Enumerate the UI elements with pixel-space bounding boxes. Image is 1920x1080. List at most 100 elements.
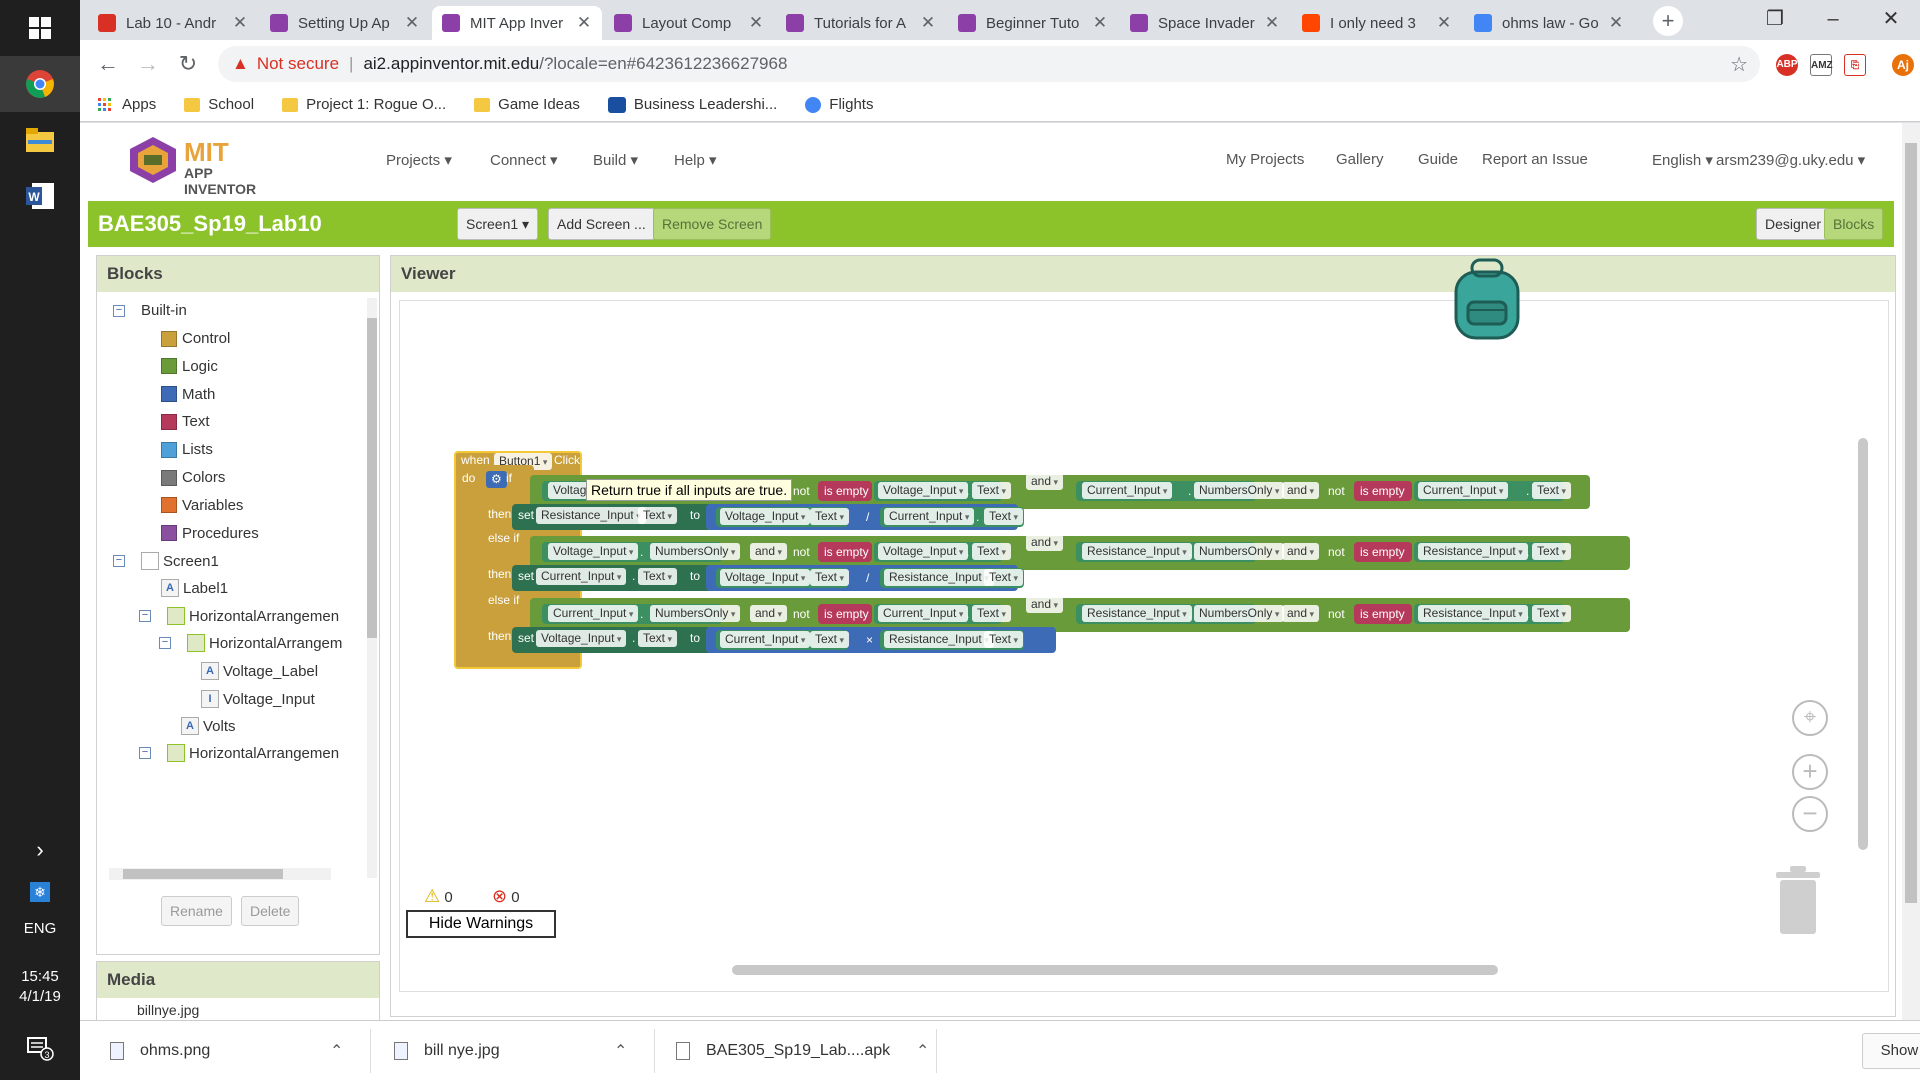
address-bar[interactable]: ▲ Not secure | ai2.appinventor.mit.edu /… — [218, 46, 1760, 82]
builtin-drawer-procedures[interactable]: Procedures — [161, 525, 259, 542]
and-operator-dropdown[interactable]: and — [1282, 543, 1320, 560]
mit-app-inventor-logo[interactable]: MIT APP INVENTOR — [126, 133, 276, 197]
browser-tab[interactable]: Tutorials for A ✕ — [776, 6, 946, 40]
component-dropdown[interactable]: Current_Input — [884, 508, 975, 525]
word-icon[interactable]: W — [0, 168, 80, 224]
page-scroll-thumb[interactable] — [1905, 143, 1917, 903]
workspace-vertical-scrollbar[interactable] — [1858, 438, 1868, 850]
rename-button[interactable]: Rename — [161, 896, 232, 926]
hide-warnings-button[interactable]: Hide Warnings — [406, 910, 556, 938]
component-dropdown[interactable]: Resistance_Input — [1082, 543, 1192, 560]
snowflake-icon[interactable]: ❄ — [0, 864, 80, 920]
component-tree-item[interactable]: I Voltage_Input — [201, 690, 315, 708]
browser-tab[interactable]: MIT App Inver ✕ — [432, 6, 602, 40]
component-tree-item[interactable]: A Label1 — [161, 579, 228, 597]
file-explorer-icon[interactable] — [0, 112, 80, 168]
chrome-taskbar-icon[interactable] — [0, 56, 80, 112]
warnings-indicator[interactable]: ⚠ 0 — [424, 886, 453, 907]
and-operator-dropdown[interactable]: and — [1026, 596, 1064, 613]
chevron-up-icon[interactable]: ⌃ — [330, 1041, 343, 1061]
link-guide[interactable]: Guide — [1418, 151, 1458, 168]
component-dropdown[interactable]: Current_Input — [720, 631, 811, 648]
and-operator-dropdown[interactable]: and — [1282, 482, 1320, 499]
component-dropdown[interactable]: Resistance_Input — [1418, 605, 1528, 622]
language-menu[interactable]: English ▾ — [1652, 151, 1713, 169]
and-operator-dropdown[interactable]: and — [1026, 473, 1064, 490]
component-dropdown[interactable]: Current_Input — [1082, 482, 1173, 499]
media-item[interactable]: billnye.jpg — [97, 998, 379, 1020]
and-operator-dropdown[interactable]: and — [1282, 605, 1320, 622]
trash-icon[interactable] — [1774, 866, 1822, 936]
chevron-up-icon[interactable]: ⌃ — [916, 1041, 929, 1061]
menu-build[interactable]: Build ▾ — [593, 151, 638, 169]
property-dropdown[interactable]: Text — [638, 507, 678, 524]
blocks-button[interactable]: Blocks — [1824, 208, 1884, 240]
component-dropdown[interactable]: Voltage_Input — [720, 508, 811, 525]
component-dropdown[interactable]: Current_Input — [548, 605, 639, 622]
show-all-button[interactable]: Show all — [1862, 1033, 1920, 1069]
blocks-workspace[interactable]: whenButton1Clickdo⚙ifthenelse ifthenelse… — [399, 300, 1889, 992]
component-tree-item[interactable]: − HorizontalArrangemen — [139, 744, 339, 762]
component-dropdown[interactable]: Current_Input — [1418, 482, 1509, 499]
property-dropdown[interactable]: NumbersOnly — [650, 605, 741, 622]
browser-tab[interactable]: Setting Up Ap ✕ — [260, 6, 430, 40]
tab-close-icon[interactable]: ✕ — [576, 13, 592, 33]
notifications-icon[interactable]: 3 — [0, 1020, 80, 1076]
tab-close-icon[interactable]: ✕ — [1092, 13, 1108, 33]
component-dropdown[interactable]: Voltage_Input — [878, 543, 969, 560]
browser-tab[interactable]: Lab 10 - Andr ✕ — [88, 6, 258, 40]
property-dropdown[interactable]: Text — [810, 631, 850, 648]
property-dropdown[interactable]: Text — [638, 568, 678, 585]
menu-projects[interactable]: Projects ▾ — [386, 151, 452, 169]
component-dropdown[interactable]: Voltage_Input — [878, 482, 969, 499]
browser-tab[interactable]: Layout Comp ✕ — [604, 6, 774, 40]
minimize-window-button[interactable]: – — [1804, 0, 1862, 40]
tree-builtin[interactable]: − Built-in — [113, 302, 187, 319]
component-dropdown[interactable]: Voltage_Input — [720, 569, 811, 586]
builtin-drawer-colors[interactable]: Colors — [161, 469, 225, 486]
tab-close-icon[interactable]: ✕ — [1264, 13, 1280, 33]
restore-window-button[interactable]: ❐ — [1746, 0, 1804, 40]
adblock-extension-icon[interactable]: ABP — [1776, 54, 1798, 76]
builtin-drawer-control[interactable]: Control — [161, 330, 230, 347]
tab-close-icon[interactable]: ✕ — [404, 13, 420, 33]
property-dropdown[interactable]: NumbersOnly — [1194, 543, 1285, 560]
bookmark-star-icon[interactable]: ☆ — [1730, 52, 1748, 77]
and-operator-dropdown[interactable]: and — [1026, 534, 1064, 551]
recenter-icon[interactable]: ⌖ — [1792, 700, 1828, 736]
component-dropdown[interactable]: Resistance_Input — [1418, 543, 1528, 560]
zoom-out-button[interactable]: − — [1792, 796, 1828, 832]
property-dropdown[interactable]: Text — [972, 605, 1012, 622]
account-menu[interactable]: arsm239@g.uky.edu ▾ — [1716, 151, 1865, 169]
reload-button[interactable]: ↻ — [174, 50, 202, 78]
language-indicator[interactable]: ENG — [0, 920, 80, 937]
property-dropdown[interactable]: Text — [638, 630, 678, 647]
builtin-drawer-variables[interactable]: Variables — [161, 497, 243, 514]
property-dropdown[interactable]: Text — [972, 482, 1012, 499]
bookmark-school[interactable]: School — [184, 96, 254, 113]
clock-date[interactable]: 4/1/19 — [0, 988, 80, 1005]
property-dropdown[interactable]: Text — [1532, 543, 1572, 560]
designer-button[interactable]: Designer — [1756, 208, 1831, 240]
forward-button[interactable]: → — [134, 50, 162, 78]
tab-close-icon[interactable]: ✕ — [748, 13, 764, 33]
browser-tab[interactable]: ohms law - Go ✕ — [1464, 6, 1634, 40]
page-scrollbar[interactable] — [1902, 123, 1920, 1020]
profile-avatar[interactable]: Aj — [1892, 54, 1914, 76]
tab-close-icon[interactable]: ✕ — [1436, 13, 1452, 33]
property-dropdown[interactable]: Text — [984, 631, 1024, 648]
collapse-icon[interactable]: − — [113, 555, 125, 567]
property-dropdown[interactable]: NumbersOnly — [650, 543, 741, 560]
component-tree-item[interactable]: A Voltage_Label — [201, 662, 318, 680]
component-dropdown[interactable]: Resistance_Input — [1082, 605, 1192, 622]
tab-close-icon[interactable]: ✕ — [920, 13, 936, 33]
link-gallery[interactable]: Gallery — [1336, 151, 1384, 168]
windows-start-icon[interactable] — [0, 0, 80, 56]
scroll-thumb[interactable] — [367, 318, 377, 638]
property-dropdown[interactable]: Text — [984, 569, 1024, 586]
property-dropdown[interactable]: Text — [972, 543, 1012, 560]
collapse-icon[interactable]: − — [113, 304, 125, 317]
property-dropdown[interactable]: Text — [810, 508, 850, 525]
amazon-extension-icon[interactable]: AMZ — [1810, 54, 1833, 76]
browser-tab[interactable]: I only need 3 ✕ — [1292, 6, 1462, 40]
